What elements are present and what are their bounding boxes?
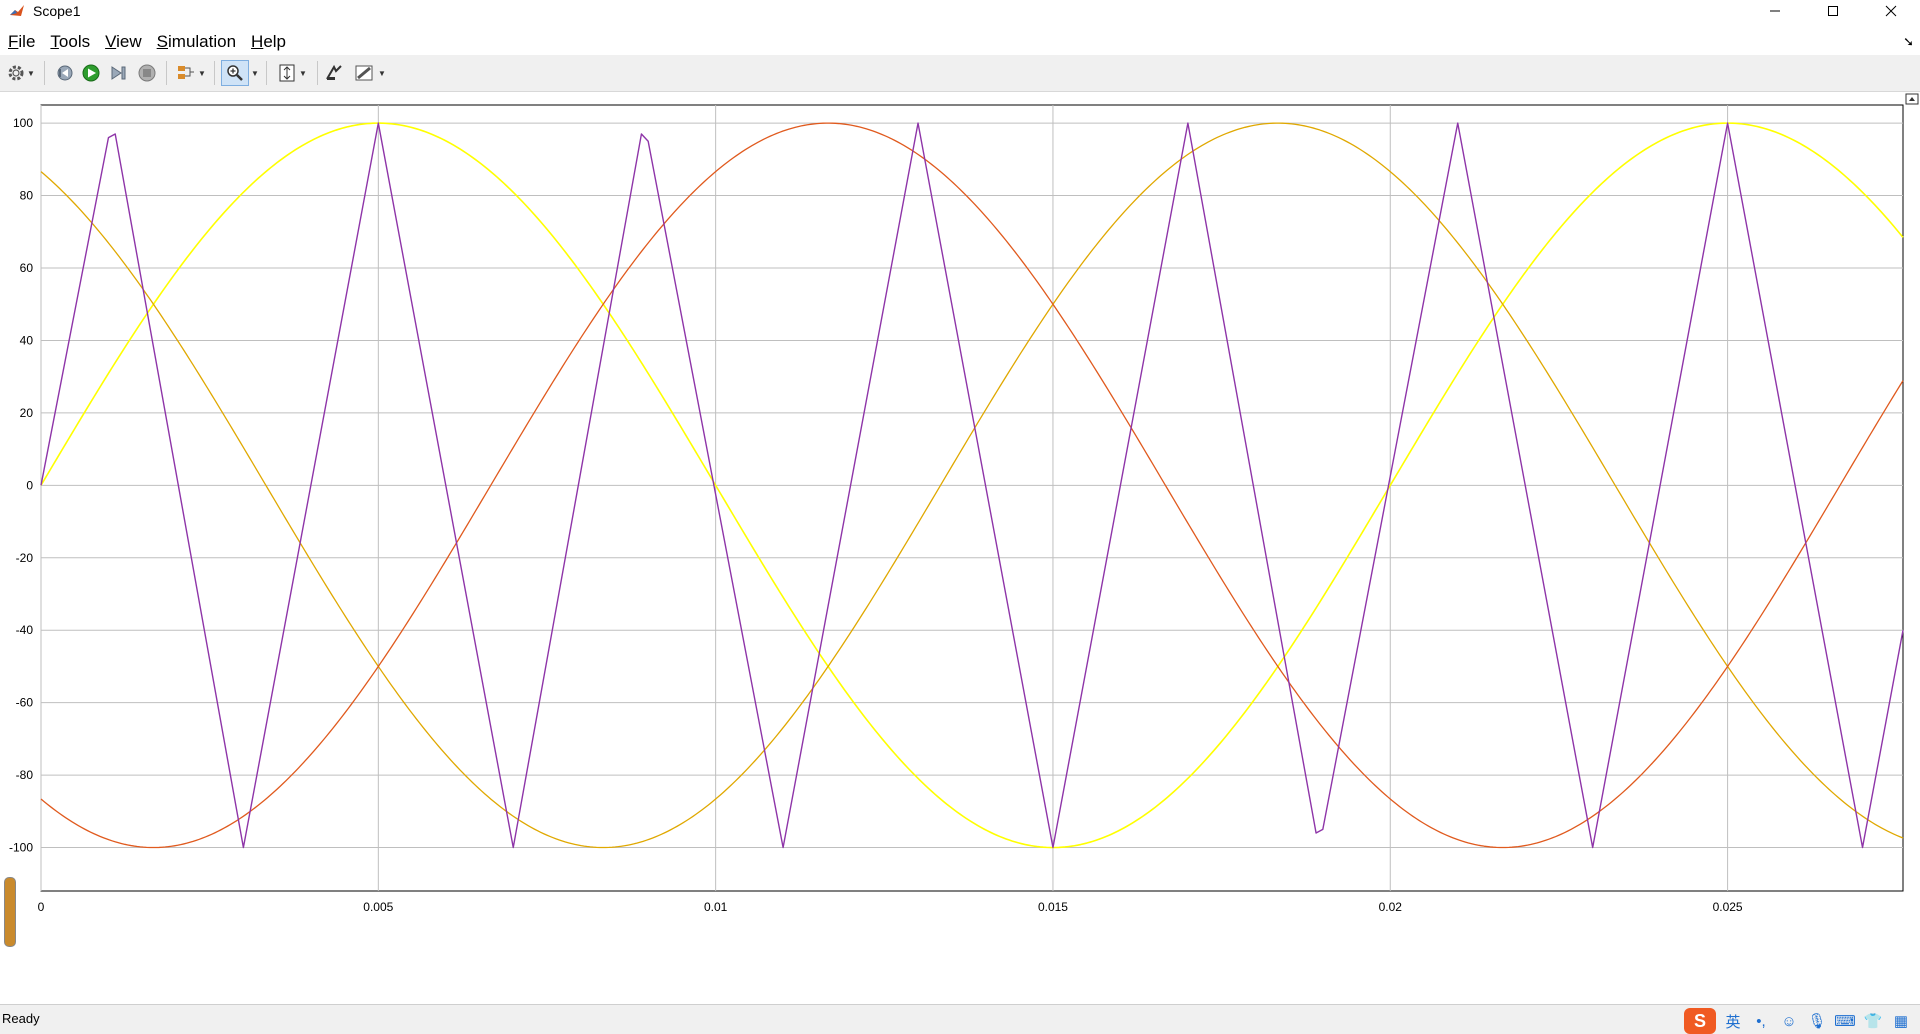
autoscale-icon	[279, 64, 295, 82]
y-tick-label: 20	[20, 406, 34, 420]
maximize-icon	[1828, 6, 1838, 16]
x-tick-label: 0.015	[1038, 900, 1068, 914]
step-back-button[interactable]	[52, 62, 76, 84]
matlab-logo-icon	[9, 3, 25, 19]
zoom-active-frame	[221, 60, 250, 86]
y-tick-label: 60	[20, 261, 34, 275]
status-text: Ready	[2, 1011, 40, 1026]
menu-view[interactable]: View	[97, 32, 149, 52]
toolbar-separator	[214, 61, 215, 85]
x-tick-label: 0.01	[704, 900, 728, 914]
title-bar: Scope1	[0, 0, 1920, 22]
chevron-down-icon: ▼	[378, 68, 386, 78]
punctuation-icon[interactable]: •,	[1750, 1011, 1772, 1031]
scope-plot[interactable]: 0 0.005 0.01 0.015 0.02 0.025 -100 -80 -60 -40 -2…	[0, 92, 1920, 1004]
style-button[interactable]: ▼	[350, 62, 390, 84]
toolbar-separator	[166, 61, 167, 85]
autoscale-button[interactable]: ▼	[272, 62, 312, 84]
window-controls	[1746, 0, 1920, 22]
vertical-slider-handle[interactable]	[4, 877, 16, 947]
x-tick-labels: 0 0.005 0.01 0.015 0.02 0.025	[38, 900, 1743, 914]
minimize-icon	[1770, 10, 1780, 12]
step-forward-icon	[111, 66, 126, 80]
signal-selector-button[interactable]: ▼	[172, 62, 210, 84]
highlight-simulink-block-icon	[326, 64, 342, 80]
zoom-button[interactable]: ▼	[219, 60, 261, 86]
run-icon	[82, 64, 100, 82]
style-icon	[355, 65, 373, 81]
x-tick-label: 0	[38, 900, 45, 914]
chevron-down-icon: ▼	[299, 68, 307, 78]
y-tick-label: 100	[13, 116, 33, 130]
y-tick-label: 0	[26, 478, 33, 492]
system-tray: S 英 •, ☺ 🎙 ⌨ 👕 ▦	[1684, 1008, 1912, 1034]
chevron-down-icon: ▼	[27, 68, 35, 78]
signal-selector-icon	[178, 66, 195, 79]
window-title: Scope1	[33, 3, 81, 19]
y-tick-label: -40	[16, 623, 34, 637]
menu-tools[interactable]: Tools	[42, 32, 97, 52]
emoji-icon[interactable]: ☺	[1778, 1011, 1800, 1031]
settings-icon	[8, 65, 24, 81]
skin-icon[interactable]: 👕	[1862, 1011, 1884, 1031]
y-tick-labels: -100 -80 -60 -40 -20 0 20 40 60 80 100	[9, 116, 33, 854]
step-forward-button[interactable]	[107, 62, 131, 84]
toolbox-icon[interactable]: ▦	[1890, 1011, 1912, 1031]
sogou-brand-icon[interactable]: S	[1684, 1008, 1716, 1034]
zoom-icon	[227, 65, 243, 81]
close-button[interactable]	[1862, 0, 1920, 22]
y-tick-label: -80	[16, 768, 34, 782]
menu-help[interactable]: Help	[243, 32, 293, 52]
chevron-down-icon: ▼	[251, 68, 259, 78]
ime-language-button[interactable]: 英	[1722, 1011, 1744, 1031]
x-tick-label: 0.02	[1379, 900, 1403, 914]
undock-arrow-icon[interactable]: ➘	[1903, 34, 1914, 50]
menu-simulation[interactable]: Simulation	[149, 32, 243, 52]
chevron-down-icon: ▼	[198, 68, 206, 78]
keyboard-icon[interactable]: ⌨	[1834, 1011, 1856, 1031]
axes-background	[40, 104, 1904, 892]
x-tick-label: 0.005	[363, 900, 393, 914]
y-tick-label: 40	[20, 333, 34, 347]
y-tick-label: -60	[16, 696, 34, 710]
x-tick-label: 0.025	[1713, 900, 1743, 914]
scope-plot-area: 0 0.005 0.01 0.015 0.02 0.025 -100 -80 -60 -40 -2…	[0, 92, 1920, 1004]
stop-icon	[138, 64, 156, 82]
stop-button[interactable]	[135, 62, 159, 84]
step-back-icon	[57, 65, 73, 81]
toolbar-separator	[266, 61, 267, 85]
expand-button[interactable]	[1905, 93, 1919, 105]
y-tick-label: -20	[16, 551, 34, 565]
highlight-simulink-block-button[interactable]	[322, 62, 346, 84]
menu-bar: File Tools View Simulation Help	[0, 22, 1920, 55]
maximize-button[interactable]	[1804, 0, 1862, 22]
toolbar-separator	[317, 61, 318, 85]
y-tick-label: 80	[20, 189, 34, 203]
menu-file[interactable]: File	[0, 32, 42, 52]
toolbar: ▼ ▼ ▼ ▼ ▼	[0, 55, 1920, 92]
toolbar-separator	[44, 61, 45, 85]
microphone-icon[interactable]: 🎙	[1806, 1011, 1828, 1031]
close-icon	[1885, 5, 1897, 17]
minimize-button[interactable]	[1746, 0, 1804, 22]
run-button[interactable]	[79, 62, 103, 84]
settings-button[interactable]: ▼	[4, 62, 38, 84]
y-tick-label: -100	[9, 841, 33, 855]
status-bar: Ready S 英 •, ☺ 🎙 ⌨ 👕 ▦	[0, 1004, 1920, 1034]
